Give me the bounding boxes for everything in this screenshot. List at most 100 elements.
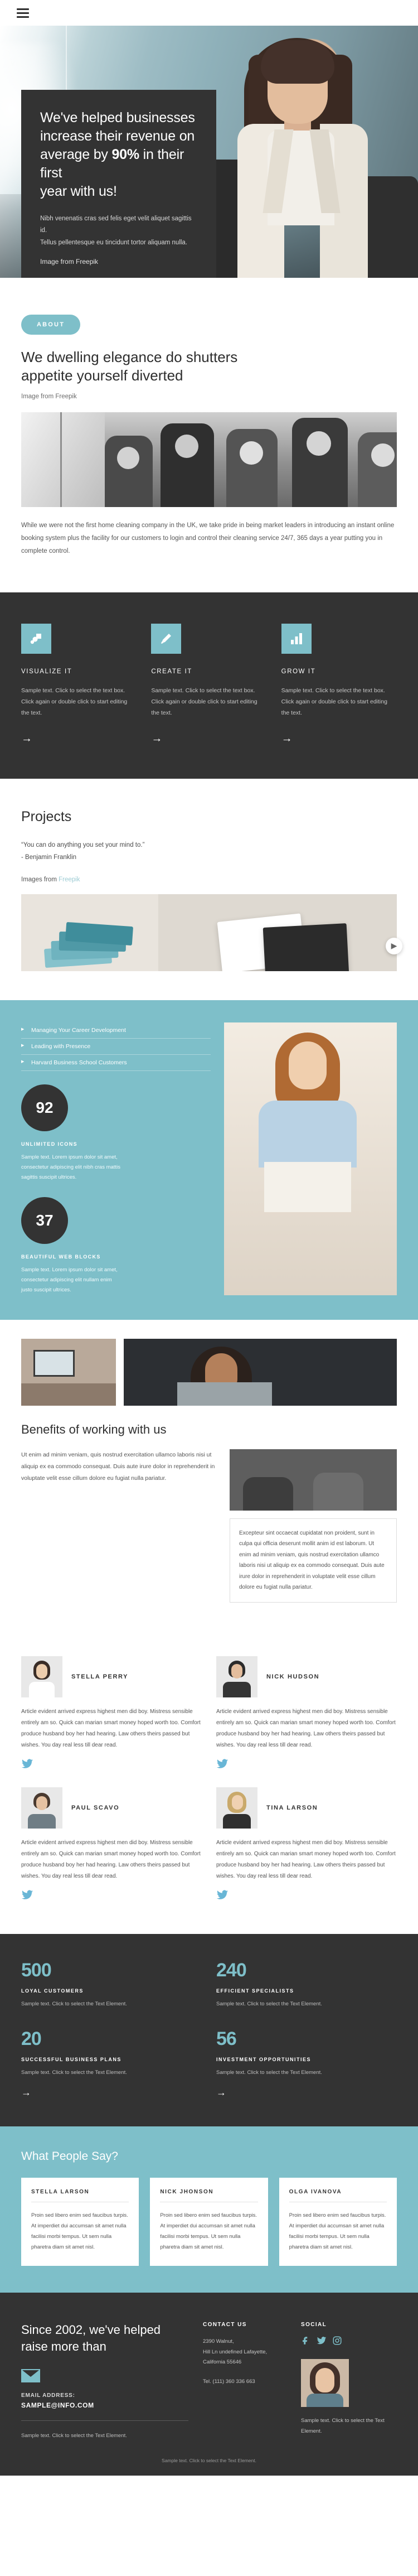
stat-value: 37 — [21, 1197, 68, 1244]
visualize-icon — [21, 623, 51, 654]
quote-text: “You can do anything you set your mind t… — [21, 841, 145, 848]
service-desc: Sample text. Click to select the text bo… — [21, 687, 128, 717]
avatar — [216, 1656, 257, 1697]
stat-desc: Sample text. Lorem ipsum dolor sit amet,… — [21, 1154, 120, 1180]
hero-section: We've helped businesses increase their r… — [0, 26, 418, 278]
number-value: 20 — [21, 2028, 42, 2049]
testimonial-text: Proin sed libero enim sed faucibus turpi… — [289, 2212, 386, 2250]
footer-headline: Since 2002, we've helped raise more than — [21, 2322, 188, 2355]
arrow-right-icon[interactable]: → — [21, 732, 32, 745]
freepik-link[interactable]: Freepik — [59, 876, 80, 883]
twitter-icon[interactable] — [317, 2336, 327, 2346]
team-section: STELLA PERRY Article evident arrived exp… — [0, 1633, 418, 1934]
copyright: Sample text. Click to select the Text El… — [0, 2458, 418, 2476]
footer-left: Since 2002, we've helped raise more than… — [21, 2322, 188, 2441]
testimonials-title: What People Say? — [21, 2150, 118, 2163]
hero-title-line-4: year with us! — [40, 184, 117, 199]
arrow-right-icon[interactable]: → — [151, 732, 162, 745]
facebook-icon[interactable] — [301, 2336, 311, 2346]
avatar — [21, 1787, 62, 1829]
benefits-grid: Ut enim ad minim veniam, quis nostrud ex… — [21, 1449, 397, 1603]
service-desc: Sample text. Click to select the text bo… — [151, 687, 257, 717]
chevron-right-icon[interactable]: ▶ — [386, 937, 402, 954]
number-card: 56 INVESTMENT OPPORTUNITIES Sample text.… — [216, 2028, 397, 2099]
hamburger-menu-icon[interactable] — [17, 8, 29, 18]
number-label: SUCCESSFUL BUSINESS PLANS — [21, 2056, 121, 2062]
number-desc: Sample text. Click to select the Text El… — [216, 2069, 322, 2076]
number-value: 56 — [216, 2028, 237, 2049]
testimonial-card: NICK JHONSON Proin sed libero enim sed f… — [150, 2178, 268, 2266]
slide-business-cards[interactable] — [158, 894, 397, 971]
service-title: GROW IT — [281, 668, 316, 675]
arrow-right-icon[interactable]: → — [281, 732, 293, 745]
hero-title-line-1: We've helped businesses — [40, 110, 195, 126]
service-card-create: CREATE IT Sample text. Click to select t… — [151, 623, 266, 745]
arrow-right-icon[interactable]: → — [216, 2087, 226, 2099]
testimonial-text: Proin sed libero enim sed faucibus turpi… — [160, 2212, 257, 2250]
testimonials-grid: STELLA LARSON Proin sed libero enim sed … — [21, 2178, 397, 2266]
twitter-icon[interactable] — [216, 1889, 229, 1901]
about-image-credit: Image from Freepik — [21, 393, 77, 400]
testimonial-text: Proin sed libero enim sed faucibus turpi… — [31, 2212, 128, 2250]
footer-headline-line-2: raise more than — [21, 2339, 106, 2353]
team-member-text: Article evident arrived express highest … — [21, 1839, 201, 1879]
service-title: CREATE IT — [151, 668, 192, 675]
number-desc: Sample text. Click to select the Text El… — [21, 2000, 127, 2007]
testimonial-card: STELLA LARSON Proin sed libero enim sed … — [21, 2178, 139, 2266]
landing-page: We've helped businesses increase their r… — [0, 0, 418, 2476]
social-heading: SOCIAL — [301, 2322, 327, 2328]
benefits-left-column: Ut enim ad minim veniam, quis nostrud ex… — [21, 1449, 218, 1603]
stats-section: Managing Your Career Development Leading… — [0, 1000, 418, 1320]
list-item[interactable]: Leading with Presence — [21, 1039, 211, 1055]
about-title-line-2: appetite yourself diverted — [21, 367, 183, 384]
twitter-icon[interactable] — [216, 1758, 229, 1770]
service-card-visualize: VISUALIZE IT Sample text. Click to selec… — [21, 623, 137, 745]
stat-label: UNLIMITED ICONS — [21, 1141, 77, 1147]
address-line-1: 2390 Walnut, — [203, 2338, 234, 2345]
stats-left: Managing Your Career Development Leading… — [21, 1022, 211, 1295]
avatar — [21, 1656, 62, 1697]
credit-prefix: Images from — [21, 876, 59, 883]
testimonial-name: OLGA IVANOVA — [289, 2189, 342, 2195]
twitter-icon[interactable] — [21, 1758, 33, 1770]
services-section: VISUALIZE IT Sample text. Click to selec… — [0, 592, 418, 779]
number-card: 20 SUCCESSFUL BUSINESS PLANS Sample text… — [21, 2028, 202, 2099]
about-title: We dwelling elegance do shutters appetit… — [21, 348, 397, 385]
benefits-left-text: Ut enim ad minim veniam, quis nostrud ex… — [21, 1451, 215, 1482]
numbers-section: 500 LOYAL CUSTOMERS Sample text. Click t… — [0, 1933, 418, 2126]
team-member: PAUL SCAVO Article evident arrived expre… — [21, 1787, 202, 1904]
about-section: ABOUT We dwelling elegance do shutters a… — [0, 278, 418, 592]
hero-title-highlight: 90% — [111, 147, 139, 162]
instagram-icon[interactable] — [332, 2336, 342, 2346]
email-label: EMAIL ADDRESS: — [21, 2392, 75, 2399]
avatar — [216, 1787, 257, 1829]
service-desc: Sample text. Click to select the text bo… — [281, 687, 387, 717]
footer-social: SOCIAL Sample text. Click to select the … — [301, 2322, 397, 2441]
benefits-note: Excepteur sint occaecat cupidatat non pr… — [230, 1518, 397, 1603]
benefits-right-column: Excepteur sint occaecat cupidatat non pr… — [230, 1449, 397, 1603]
testimonial-name: NICK JHONSON — [160, 2189, 214, 2195]
slide-cards[interactable] — [21, 894, 158, 971]
arrow-right-icon[interactable]: → — [21, 2087, 31, 2099]
team-member-name: STELLA PERRY — [71, 1673, 129, 1680]
projects-quote: “You can do anything you set your mind t… — [21, 840, 397, 864]
projects-slider[interactable]: ▶ — [21, 894, 402, 1000]
list-item[interactable]: Managing Your Career Development — [21, 1022, 211, 1039]
hero-subtitle: Nibh venenatis cras sed felis eget velit… — [40, 213, 197, 249]
team-member: TINA LARSON Article evident arrived expr… — [216, 1787, 397, 1904]
footer-contact: CONTACT US 2390 Walnut, Hill Ln undefine… — [203, 2322, 286, 2441]
benefits-photo-meeting — [230, 1449, 397, 1511]
number-label: INVESTMENT OPPORTUNITIES — [216, 2056, 312, 2062]
list-item[interactable]: Harvard Business School Customers — [21, 1055, 211, 1071]
team-member: STELLA PERRY Article evident arrived exp… — [21, 1656, 202, 1773]
stat-block-37: 37 BEAUTIFUL WEB BLOCKS Sample text. Lor… — [21, 1197, 211, 1295]
contact-phone[interactable]: Tel. (111) 360 336 663 — [203, 2377, 286, 2387]
stats-bullet-list: Managing Your Career Development Leading… — [21, 1022, 211, 1071]
testimonial-name: STELLA LARSON — [31, 2189, 90, 2195]
email-value[interactable]: SAMPLE@INFO.COM — [21, 2401, 188, 2409]
number-label: EFFICIENT SPECIALISTS — [216, 1988, 294, 1994]
twitter-icon[interactable] — [21, 1889, 33, 1901]
team-member-text: Article evident arrived express highest … — [216, 1708, 396, 1748]
service-card-grow: GROW IT Sample text. Click to select the… — [281, 623, 397, 745]
number-desc: Sample text. Click to select the Text El… — [216, 2000, 322, 2007]
